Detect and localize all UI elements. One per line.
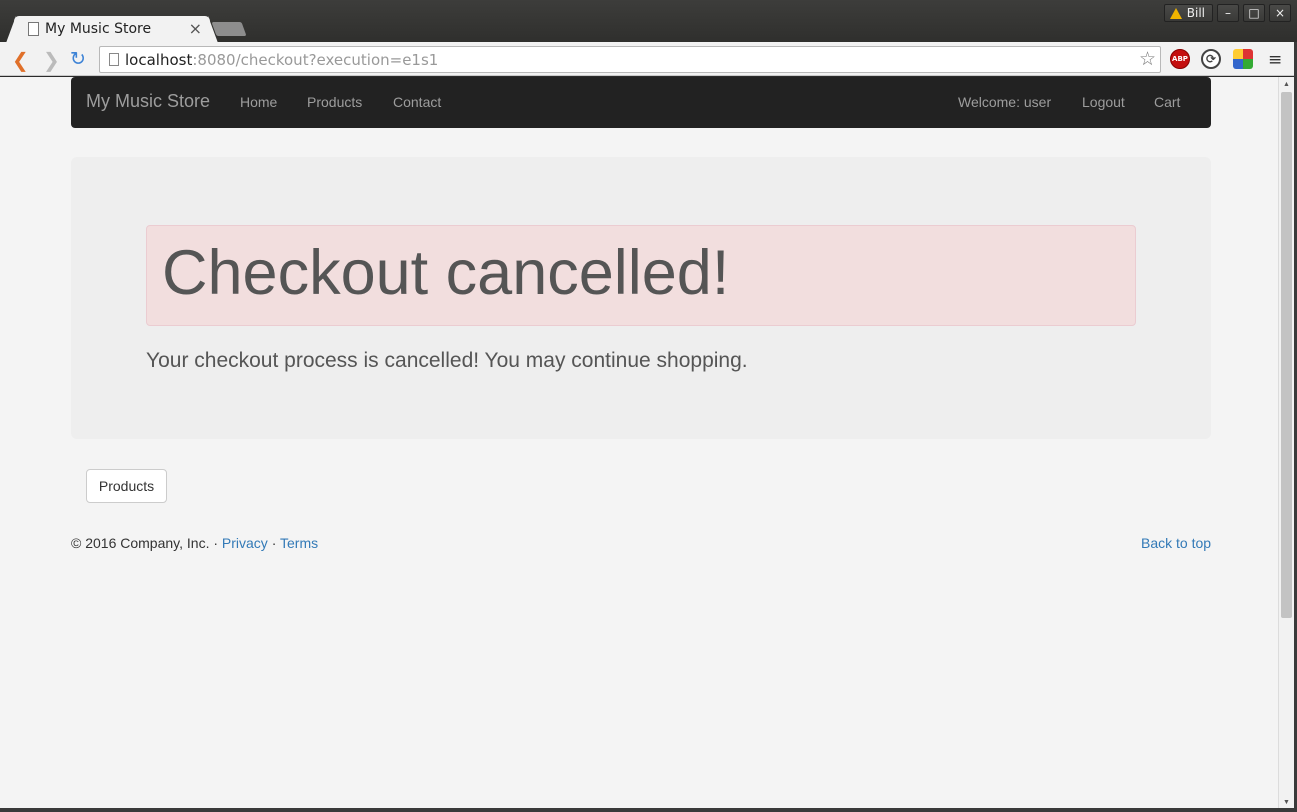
bookmark-star-icon[interactable]: ☆ (1139, 48, 1156, 71)
cancel-alert: Checkout cancelled! (146, 225, 1136, 326)
url-text[interactable]: localhost:8080/checkout?execution=e1s1 (125, 51, 438, 69)
nav-contact-link[interactable]: Contact (393, 94, 441, 110)
window-controls: Bill – □ × (1163, 4, 1291, 22)
products-button[interactable]: Products (86, 469, 167, 503)
nav-logout-link[interactable]: Logout (1082, 94, 1125, 110)
cancel-message: Your checkout process is cancelled! You … (146, 349, 748, 372)
tab-close-icon[interactable]: × (189, 19, 202, 38)
browser-toolbar: ❮ ❯ ↻ localhost:8080/checkout?execution=… (0, 42, 1297, 76)
back-to-top-link[interactable]: Back to top (1141, 535, 1211, 551)
nav-welcome-text: Welcome: user (958, 94, 1052, 110)
warning-icon (1169, 7, 1182, 19)
scroll-up-arrow-icon[interactable]: ▲ (1283, 81, 1290, 88)
site-brand-link[interactable]: My Music Store (86, 91, 210, 112)
browser-menu-icon[interactable]: ≡ (1268, 50, 1282, 70)
jumbotron: Checkout cancelled! Your checkout proces… (71, 157, 1211, 439)
nav-cart-link[interactable]: Cart (1154, 94, 1180, 110)
page-icon (109, 53, 119, 66)
window-border (0, 808, 1297, 812)
scrollbar-thumb[interactable] (1281, 92, 1292, 618)
window-titlebar: My Music Store × Bill – □ × (0, 0, 1297, 43)
minimize-button[interactable]: – (1217, 4, 1239, 22)
url-host: localhost (125, 51, 193, 69)
close-window-button[interactable]: × (1269, 4, 1291, 22)
page-title: Checkout cancelled! (162, 238, 730, 308)
scroll-down-arrow-icon[interactable]: ▼ (1283, 799, 1290, 806)
nav-home-link[interactable]: Home (240, 94, 277, 110)
page-icon (28, 22, 39, 36)
profile-name: Bill (1186, 6, 1205, 20)
color-extension-icon[interactable] (1233, 49, 1253, 69)
maximize-button[interactable]: □ (1243, 4, 1265, 22)
terms-link[interactable]: Terms (280, 535, 318, 551)
copyright-text: © 2016 Company, Inc. · (71, 535, 222, 551)
back-icon[interactable]: ❮ (12, 48, 29, 72)
adblock-icon[interactable]: ABP (1170, 49, 1190, 69)
site-navbar: My Music Store Home Products Contact Wel… (71, 77, 1211, 128)
browser-tab[interactable]: My Music Store × (6, 16, 218, 43)
vertical-scrollbar[interactable]: ▲ ▼ (1278, 77, 1294, 808)
new-tab-button[interactable] (211, 22, 247, 36)
page-viewport: My Music Store Home Products Contact Wel… (0, 77, 1278, 808)
nav-products-link[interactable]: Products (307, 94, 362, 110)
reload-icon[interactable]: ↻ (70, 48, 86, 70)
footer-copyright: © 2016 Company, Inc. · Privacy · Terms (71, 535, 318, 551)
footer-separator: · (267, 535, 281, 551)
profile-button[interactable]: Bill (1163, 4, 1213, 22)
sync-extension-icon[interactable]: ⟳ (1201, 49, 1221, 69)
url-path: :8080/checkout?execution=e1s1 (192, 51, 439, 69)
tab-title: My Music Store (45, 21, 152, 37)
forward-icon[interactable]: ❯ (43, 48, 60, 72)
address-bar[interactable]: localhost:8080/checkout?execution=e1s1 ☆ (99, 46, 1161, 73)
privacy-link[interactable]: Privacy (222, 535, 268, 551)
